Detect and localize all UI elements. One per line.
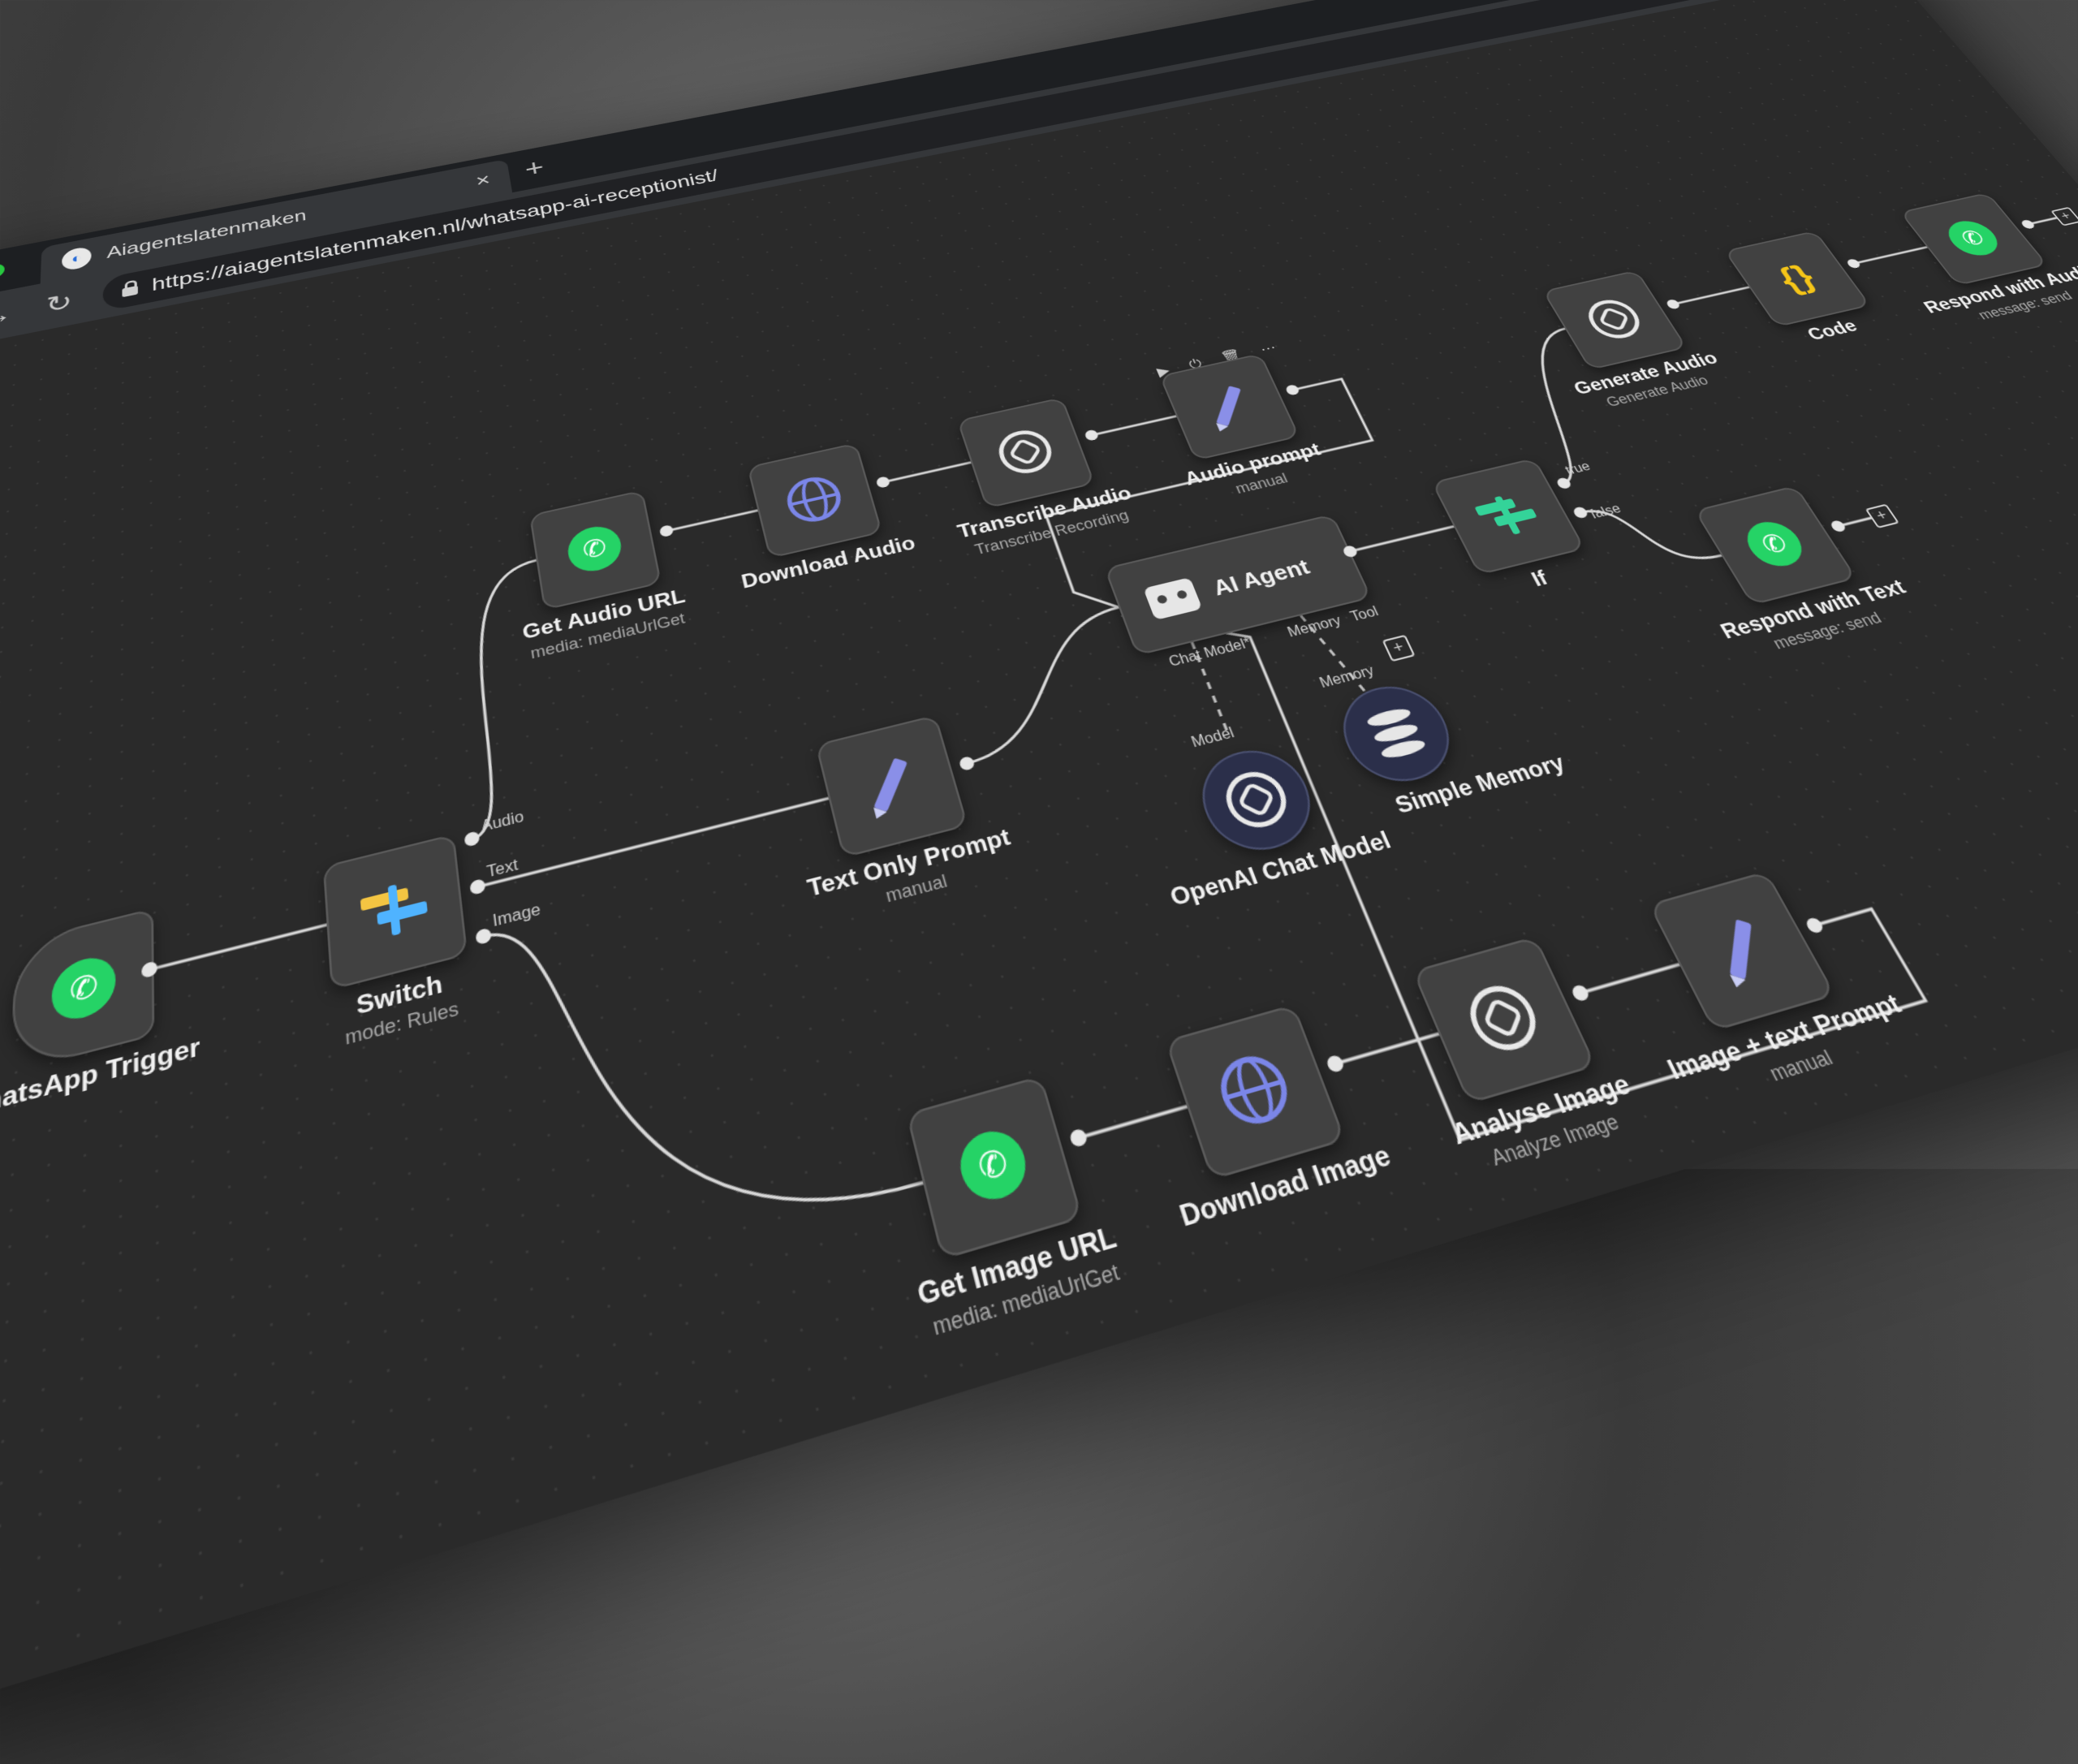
openai-icon bbox=[1218, 766, 1296, 834]
code-braces-icon: {} bbox=[1770, 258, 1822, 298]
edge-analyse-imageprompt bbox=[1580, 964, 1679, 993]
edge-getimage-downloadimage bbox=[1079, 1106, 1188, 1138]
robot-icon bbox=[1143, 577, 1203, 621]
edge-trigger-switch bbox=[149, 925, 326, 969]
edge-transcribe-audioprompt bbox=[1092, 416, 1176, 435]
openai-icon bbox=[1459, 978, 1547, 1058]
tab-close-button[interactable]: × bbox=[474, 170, 491, 192]
edge-download-transcribe bbox=[883, 463, 971, 482]
edge-geturl-download bbox=[666, 511, 757, 531]
edge-textprompt-agent bbox=[933, 607, 1158, 763]
forward-button[interactable]: → bbox=[0, 299, 15, 332]
switch-icon bbox=[360, 878, 429, 943]
window-controls bbox=[0, 262, 6, 292]
pencil-icon bbox=[1216, 386, 1241, 427]
database-icon bbox=[1364, 705, 1428, 761]
new-tab-button[interactable]: + bbox=[523, 155, 546, 183]
edge-switch-text-textprompt bbox=[477, 798, 828, 886]
edge-agent-if bbox=[1350, 526, 1454, 551]
globe-icon bbox=[1212, 1049, 1297, 1132]
pencil-icon bbox=[1730, 919, 1752, 980]
maximize-window-button[interactable] bbox=[0, 262, 6, 280]
whatsapp-icon: ✆ bbox=[953, 1124, 1033, 1208]
reload-button[interactable]: ↻ bbox=[41, 287, 76, 321]
globe-icon bbox=[782, 472, 847, 527]
browser-window: ◐ Aiagentslatenmaken × + ← → ↻ https://a… bbox=[0, 0, 2078, 1764]
node-label: AI Agent bbox=[1209, 554, 1313, 601]
edge-code-respondaudio bbox=[1854, 247, 1927, 263]
openai-icon bbox=[993, 425, 1058, 478]
scene: ◐ Aiagentslatenmaken × + ← → ↻ https://a… bbox=[0, 0, 2078, 1764]
edge-generate-code bbox=[1673, 287, 1749, 304]
whatsapp-icon: ✆ bbox=[1939, 217, 2007, 260]
whatsapp-icon: ✆ bbox=[1737, 516, 1812, 571]
lock-icon bbox=[122, 285, 138, 298]
pencil-icon bbox=[873, 757, 908, 813]
openai-icon bbox=[1580, 295, 1649, 343]
whatsapp-icon: ✆ bbox=[564, 521, 625, 576]
whatsapp-icon: ✆ bbox=[50, 951, 116, 1026]
site-favicon-icon: ◐ bbox=[61, 245, 92, 272]
switch-icon bbox=[1472, 490, 1543, 540]
